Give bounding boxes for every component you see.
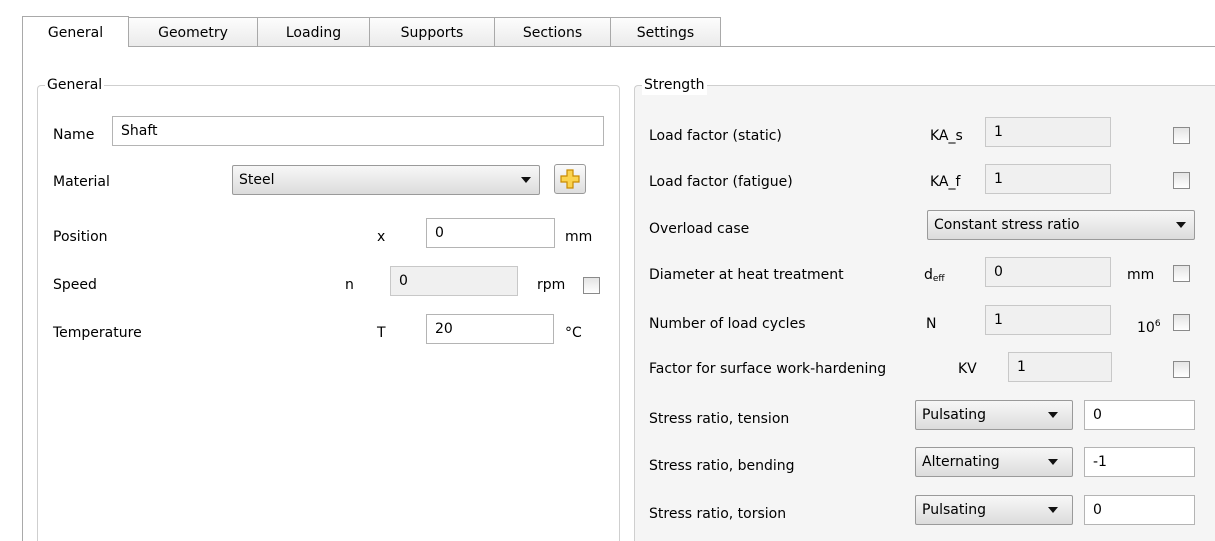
chevron-down-icon bbox=[1048, 412, 1058, 418]
load-cycles-unit-exponent: 6 bbox=[1154, 319, 1161, 329]
temperature-input[interactable]: 20 bbox=[426, 314, 554, 344]
temperature-label: Temperature bbox=[53, 325, 142, 341]
add-material-button[interactable] bbox=[554, 164, 586, 194]
stress-ratio-tension-type: Pulsating bbox=[922, 407, 986, 423]
general-group: General bbox=[37, 75, 620, 541]
stress-ratio-bending-label: Stress ratio, bending bbox=[649, 458, 795, 474]
speed-checkbox[interactable] bbox=[583, 277, 600, 294]
speed-label: Speed bbox=[53, 277, 97, 293]
load-static-checkbox[interactable] bbox=[1173, 127, 1190, 144]
material-label: Material bbox=[53, 174, 110, 190]
tab-loading[interactable]: Loading bbox=[257, 17, 370, 47]
overload-case-value: Constant stress ratio bbox=[934, 217, 1080, 233]
position-label: Position bbox=[53, 229, 108, 245]
load-cycles-label: Number of load cycles bbox=[649, 316, 806, 332]
tab-general[interactable]: General bbox=[22, 16, 129, 47]
material-select-value: Steel bbox=[239, 172, 275, 188]
load-cycles-checkbox[interactable] bbox=[1173, 314, 1190, 331]
overload-case-label: Overload case bbox=[649, 221, 750, 237]
add-plus-icon bbox=[560, 169, 580, 189]
surface-work-hardening-symbol: KV bbox=[958, 361, 977, 377]
speed-symbol: n bbox=[345, 277, 354, 293]
temperature-unit: °C bbox=[565, 325, 582, 341]
tab-sections[interactable]: Sections bbox=[494, 17, 611, 47]
load-cycles-unit: 106 bbox=[1137, 319, 1161, 336]
stress-ratio-bending-type: Alternating bbox=[922, 454, 1000, 470]
load-static-label: Load factor (static) bbox=[649, 128, 782, 144]
position-input[interactable]: 0 bbox=[426, 218, 555, 248]
chevron-down-icon bbox=[1048, 459, 1058, 465]
diameter-unit: mm bbox=[1127, 267, 1155, 283]
stress-ratio-tension-select[interactable]: Pulsating bbox=[915, 400, 1073, 430]
load-cycles-symbol: N bbox=[926, 316, 937, 332]
diameter-checkbox[interactable] bbox=[1173, 265, 1190, 282]
surface-work-hardening-input[interactable]: 1 bbox=[1008, 352, 1112, 382]
overload-case-select[interactable]: Constant stress ratio bbox=[927, 210, 1195, 240]
stress-ratio-torsion-type: Pulsating bbox=[922, 502, 986, 518]
material-select[interactable]: Steel bbox=[232, 165, 540, 195]
position-unit: mm bbox=[565, 229, 593, 245]
stress-ratio-torsion-input[interactable]: 0 bbox=[1084, 495, 1195, 525]
speed-input[interactable]: 0 bbox=[390, 266, 518, 296]
load-cycles-input[interactable]: 1 bbox=[985, 305, 1111, 335]
load-static-symbol: KA_s bbox=[930, 128, 963, 144]
load-fatigue-label: Load factor (fatigue) bbox=[649, 174, 793, 190]
diameter-symbol-subscript: eff bbox=[932, 274, 945, 284]
name-label: Name bbox=[53, 127, 95, 143]
chevron-down-icon bbox=[1048, 507, 1058, 513]
strength-group-title: Strength bbox=[642, 75, 707, 95]
diameter-symbol: deff bbox=[924, 267, 945, 284]
stress-ratio-torsion-label: Stress ratio, torsion bbox=[649, 506, 787, 522]
stress-ratio-bending-input[interactable]: -1 bbox=[1084, 447, 1195, 477]
chevron-down-icon bbox=[1176, 222, 1186, 228]
tab-geometry[interactable]: Geometry bbox=[128, 17, 258, 47]
general-group-title: General bbox=[45, 75, 105, 95]
load-fatigue-symbol: KA_f bbox=[930, 174, 961, 190]
speed-unit: rpm bbox=[537, 277, 566, 293]
surface-work-hardening-checkbox[interactable] bbox=[1173, 361, 1190, 378]
tab-settings[interactable]: Settings bbox=[610, 17, 721, 47]
surface-work-hardening-label: Factor for surface work-hardening bbox=[649, 361, 887, 377]
stress-ratio-tension-input[interactable]: 0 bbox=[1084, 400, 1195, 430]
tab-supports[interactable]: Supports bbox=[369, 17, 495, 47]
stress-ratio-torsion-select[interactable]: Pulsating bbox=[915, 495, 1073, 525]
load-fatigue-checkbox[interactable] bbox=[1173, 172, 1190, 189]
load-static-input[interactable]: 1 bbox=[985, 117, 1111, 147]
diameter-label: Diameter at heat treatment bbox=[649, 267, 844, 283]
temperature-symbol: T bbox=[377, 325, 386, 341]
position-symbol: x bbox=[377, 229, 386, 245]
load-fatigue-input[interactable]: 1 bbox=[985, 164, 1111, 194]
stress-ratio-bending-select[interactable]: Alternating bbox=[915, 447, 1073, 477]
stress-ratio-tension-label: Stress ratio, tension bbox=[649, 411, 790, 427]
chevron-down-icon bbox=[521, 177, 531, 183]
name-input[interactable]: Shaft bbox=[112, 116, 604, 146]
diameter-input[interactable]: 0 bbox=[985, 257, 1111, 287]
